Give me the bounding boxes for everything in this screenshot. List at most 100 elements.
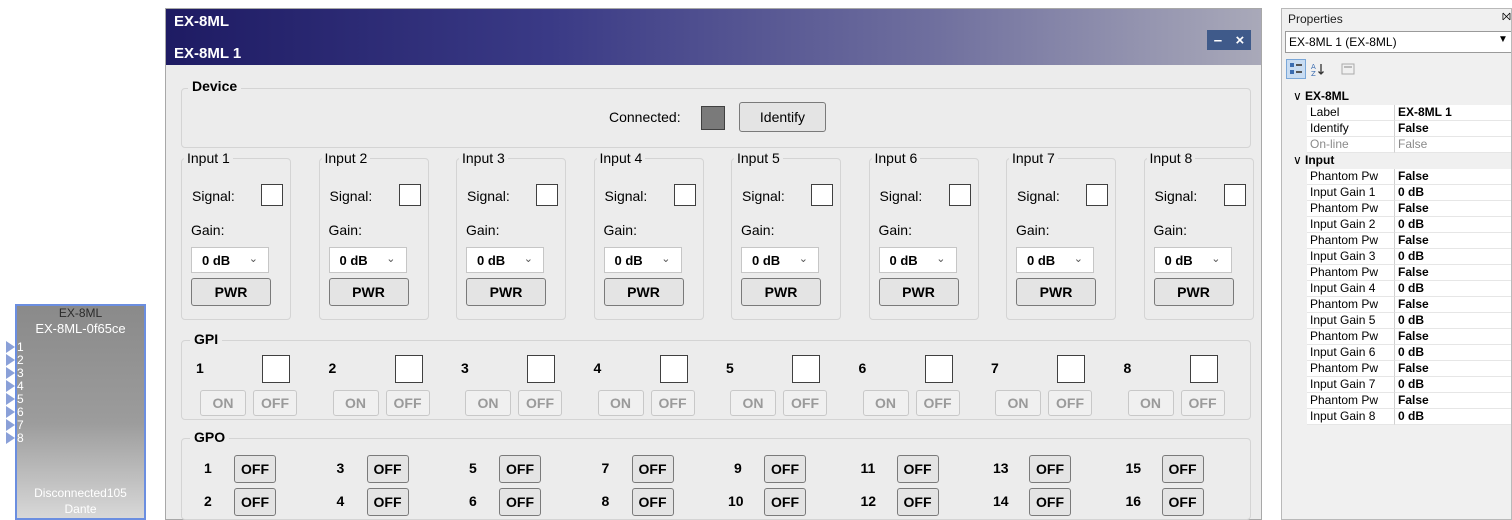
property-value[interactable]: False <box>1395 393 1511 409</box>
pwr-button[interactable]: PWR <box>466 278 546 306</box>
property-row[interactable]: Input Gain 80 dB <box>1285 409 1511 425</box>
gpo-off-button[interactable]: OFF <box>764 455 806 483</box>
gpi-on-button[interactable]: ON <box>1127 390 1174 416</box>
property-row[interactable]: Phantom Pw False <box>1285 297 1511 313</box>
gpo-off-button[interactable]: OFF <box>896 488 939 516</box>
block-input-pin[interactable]: 3 <box>6 366 24 380</box>
property-row[interactable]: Phantom Pw False <box>1285 169 1511 185</box>
property-value[interactable]: 0 dB <box>1395 281 1511 297</box>
block-input-pin[interactable]: 2 <box>6 353 24 367</box>
gpo-off-button[interactable]: OFF <box>366 488 409 516</box>
gpo-off-button[interactable]: OFF <box>366 455 409 483</box>
gpi-on-button[interactable]: ON <box>862 390 909 416</box>
property-value[interactable]: False <box>1395 201 1511 217</box>
close-button[interactable]: × <box>1236 32 1245 49</box>
property-value[interactable]: False <box>1395 361 1511 377</box>
block-input-pin[interactable]: 7 <box>6 418 24 432</box>
block-input-pin[interactable]: 8 <box>6 431 24 445</box>
gpo-off-button[interactable]: OFF <box>1161 488 1204 516</box>
pwr-button[interactable]: PWR <box>603 278 684 306</box>
gpi-off-button[interactable]: OFF <box>385 390 430 416</box>
gpi-off-button[interactable]: OFF <box>253 390 297 416</box>
gain-select[interactable]: 0 dB ⌄ <box>466 247 544 273</box>
gpi-off-button[interactable]: OFF <box>650 390 695 416</box>
property-row[interactable]: Input Gain 40 dB <box>1285 281 1511 297</box>
property-row[interactable]: Input Gain 70 dB <box>1285 377 1511 393</box>
block-input-pin[interactable]: 1 <box>6 340 24 354</box>
gpi-off-button[interactable]: OFF <box>1048 390 1092 416</box>
gain-select[interactable]: 0 dB ⌄ <box>328 247 407 273</box>
property-row[interactable]: Phantom Pw False <box>1285 361 1511 377</box>
property-value[interactable]: False <box>1395 233 1511 249</box>
gpi-off-button[interactable]: OFF <box>1180 390 1225 416</box>
property-category[interactable]: ∨ Input <box>1285 153 1511 169</box>
block-input-pin[interactable]: 5 <box>6 392 24 406</box>
property-value[interactable]: 0 dB <box>1395 217 1511 233</box>
pwr-button[interactable]: PWR <box>1153 278 1234 306</box>
gpi-off-button[interactable]: OFF <box>915 390 960 416</box>
gain-select[interactable]: 0 dB ⌄ <box>603 247 682 273</box>
property-row[interactable]: Phantom Pw False <box>1285 233 1511 249</box>
categorized-icon[interactable] <box>1286 59 1306 79</box>
property-row[interactable]: Input Gain 10 dB <box>1285 185 1511 201</box>
gpi-on-button[interactable]: ON <box>995 390 1041 416</box>
pwr-button[interactable]: PWR <box>191 278 271 306</box>
gpo-off-button[interactable]: OFF <box>499 488 541 516</box>
gain-select[interactable]: 0 dB ⌄ <box>1153 247 1232 273</box>
schematic-block[interactable]: EX-8ML EX-8ML-0f65ce 12345678 Disconnect… <box>6 304 146 520</box>
property-row[interactable]: Input Gain 60 dB <box>1285 345 1511 361</box>
property-row[interactable]: Phantom Pw False <box>1285 201 1511 217</box>
property-value[interactable]: 0 dB <box>1395 409 1511 425</box>
gpi-off-button[interactable]: OFF <box>783 390 827 416</box>
sort-alpha-icon[interactable]: AZ <box>1308 59 1328 79</box>
chevron-down-icon[interactable]: ∨ <box>1285 153 1302 169</box>
gpo-off-button[interactable]: OFF <box>234 488 276 516</box>
property-pages-icon[interactable] <box>1338 59 1358 79</box>
property-value[interactable]: False <box>1395 169 1511 185</box>
property-value[interactable]: False <box>1395 265 1511 281</box>
property-category[interactable]: ∨ EX-8ML <box>1285 89 1511 105</box>
gpo-off-button[interactable]: OFF <box>1161 455 1204 483</box>
gpi-on-button[interactable]: ON <box>597 390 644 416</box>
gpo-off-button[interactable]: OFF <box>1029 488 1071 516</box>
gpo-off-button[interactable]: OFF <box>234 455 276 483</box>
property-row[interactable]: On-line False <box>1285 137 1511 153</box>
property-value[interactable]: False <box>1395 121 1511 137</box>
property-row[interactable]: Input Gain 20 dB <box>1285 217 1511 233</box>
gpi-on-button[interactable]: ON <box>200 390 246 416</box>
property-row[interactable]: Input Gain 50 dB <box>1285 313 1511 329</box>
block-input-pin[interactable]: 4 <box>6 379 24 393</box>
property-row[interactable]: Phantom Pw False <box>1285 393 1511 409</box>
gpi-off-button[interactable]: OFF <box>518 390 562 416</box>
gpo-off-button[interactable]: OFF <box>499 455 541 483</box>
property-row[interactable]: Label EX-8ML 1 <box>1285 105 1511 121</box>
property-row[interactable]: Phantom Pw False <box>1285 265 1511 281</box>
property-value[interactable]: 0 dB <box>1395 249 1511 265</box>
gpo-off-button[interactable]: OFF <box>631 455 674 483</box>
property-row[interactable]: Input Gain 30 dB <box>1285 249 1511 265</box>
gain-select[interactable]: 0 dB ⌄ <box>191 247 269 273</box>
property-value[interactable]: 0 dB <box>1395 313 1511 329</box>
property-value[interactable]: EX-8ML 1 <box>1395 105 1511 121</box>
minimize-button[interactable]: – <box>1214 32 1222 49</box>
object-selector[interactable]: EX-8ML 1 (EX-8ML) ▼ <box>1285 31 1511 53</box>
pwr-button[interactable]: PWR <box>878 278 959 306</box>
block-input-pin[interactable]: 6 <box>6 405 24 419</box>
gpo-off-button[interactable]: OFF <box>631 488 674 516</box>
identify-button[interactable]: Identify <box>739 102 826 132</box>
gpo-off-button[interactable]: OFF <box>896 455 939 483</box>
property-row[interactable]: Identify False <box>1285 121 1511 137</box>
gpi-on-button[interactable]: ON <box>332 390 379 416</box>
gpi-on-button[interactable]: ON <box>730 390 776 416</box>
property-value[interactable]: False <box>1395 297 1511 313</box>
gain-select[interactable]: 0 dB ⌄ <box>1016 247 1094 273</box>
gpo-off-button[interactable]: OFF <box>1029 455 1071 483</box>
property-value[interactable]: 0 dB <box>1395 377 1511 393</box>
pin-icon[interactable]: ⨝ <box>1502 11 1511 24</box>
property-row[interactable]: Phantom Pw False <box>1285 329 1511 345</box>
gain-select[interactable]: 0 dB ⌄ <box>878 247 957 273</box>
gain-select[interactable]: 0 dB ⌄ <box>741 247 819 273</box>
pwr-button[interactable]: PWR <box>1016 278 1096 306</box>
window-titlebar[interactable]: EX-8ML EX-8ML 1 – × <box>166 9 1261 65</box>
pwr-button[interactable]: PWR <box>328 278 409 306</box>
